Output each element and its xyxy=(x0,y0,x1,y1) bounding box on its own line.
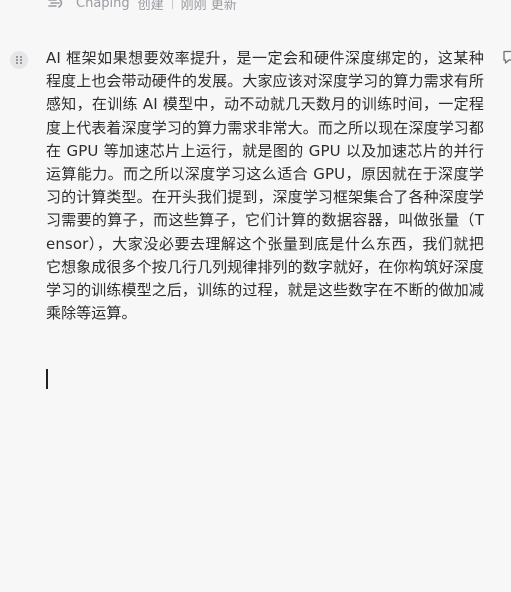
comment-icon[interactable] xyxy=(503,50,511,66)
drag-handle-icon[interactable] xyxy=(10,51,28,69)
app-name[interactable]: Chaping xyxy=(76,0,130,11)
text-cursor xyxy=(46,369,48,389)
meta-divider xyxy=(171,0,173,9)
chaping-logo-icon xyxy=(46,0,68,10)
document-meta-bar: Chaping 创建 刚刚 更新 xyxy=(46,0,237,14)
action-label: 创建 xyxy=(137,0,164,13)
updated-time: 刚刚 更新 xyxy=(180,0,237,13)
document-paragraph[interactable]: AI 框架如果想要效率提升，是一定会和硬件深度绑定的，这某种程度上也会带动硬件的… xyxy=(46,47,484,325)
